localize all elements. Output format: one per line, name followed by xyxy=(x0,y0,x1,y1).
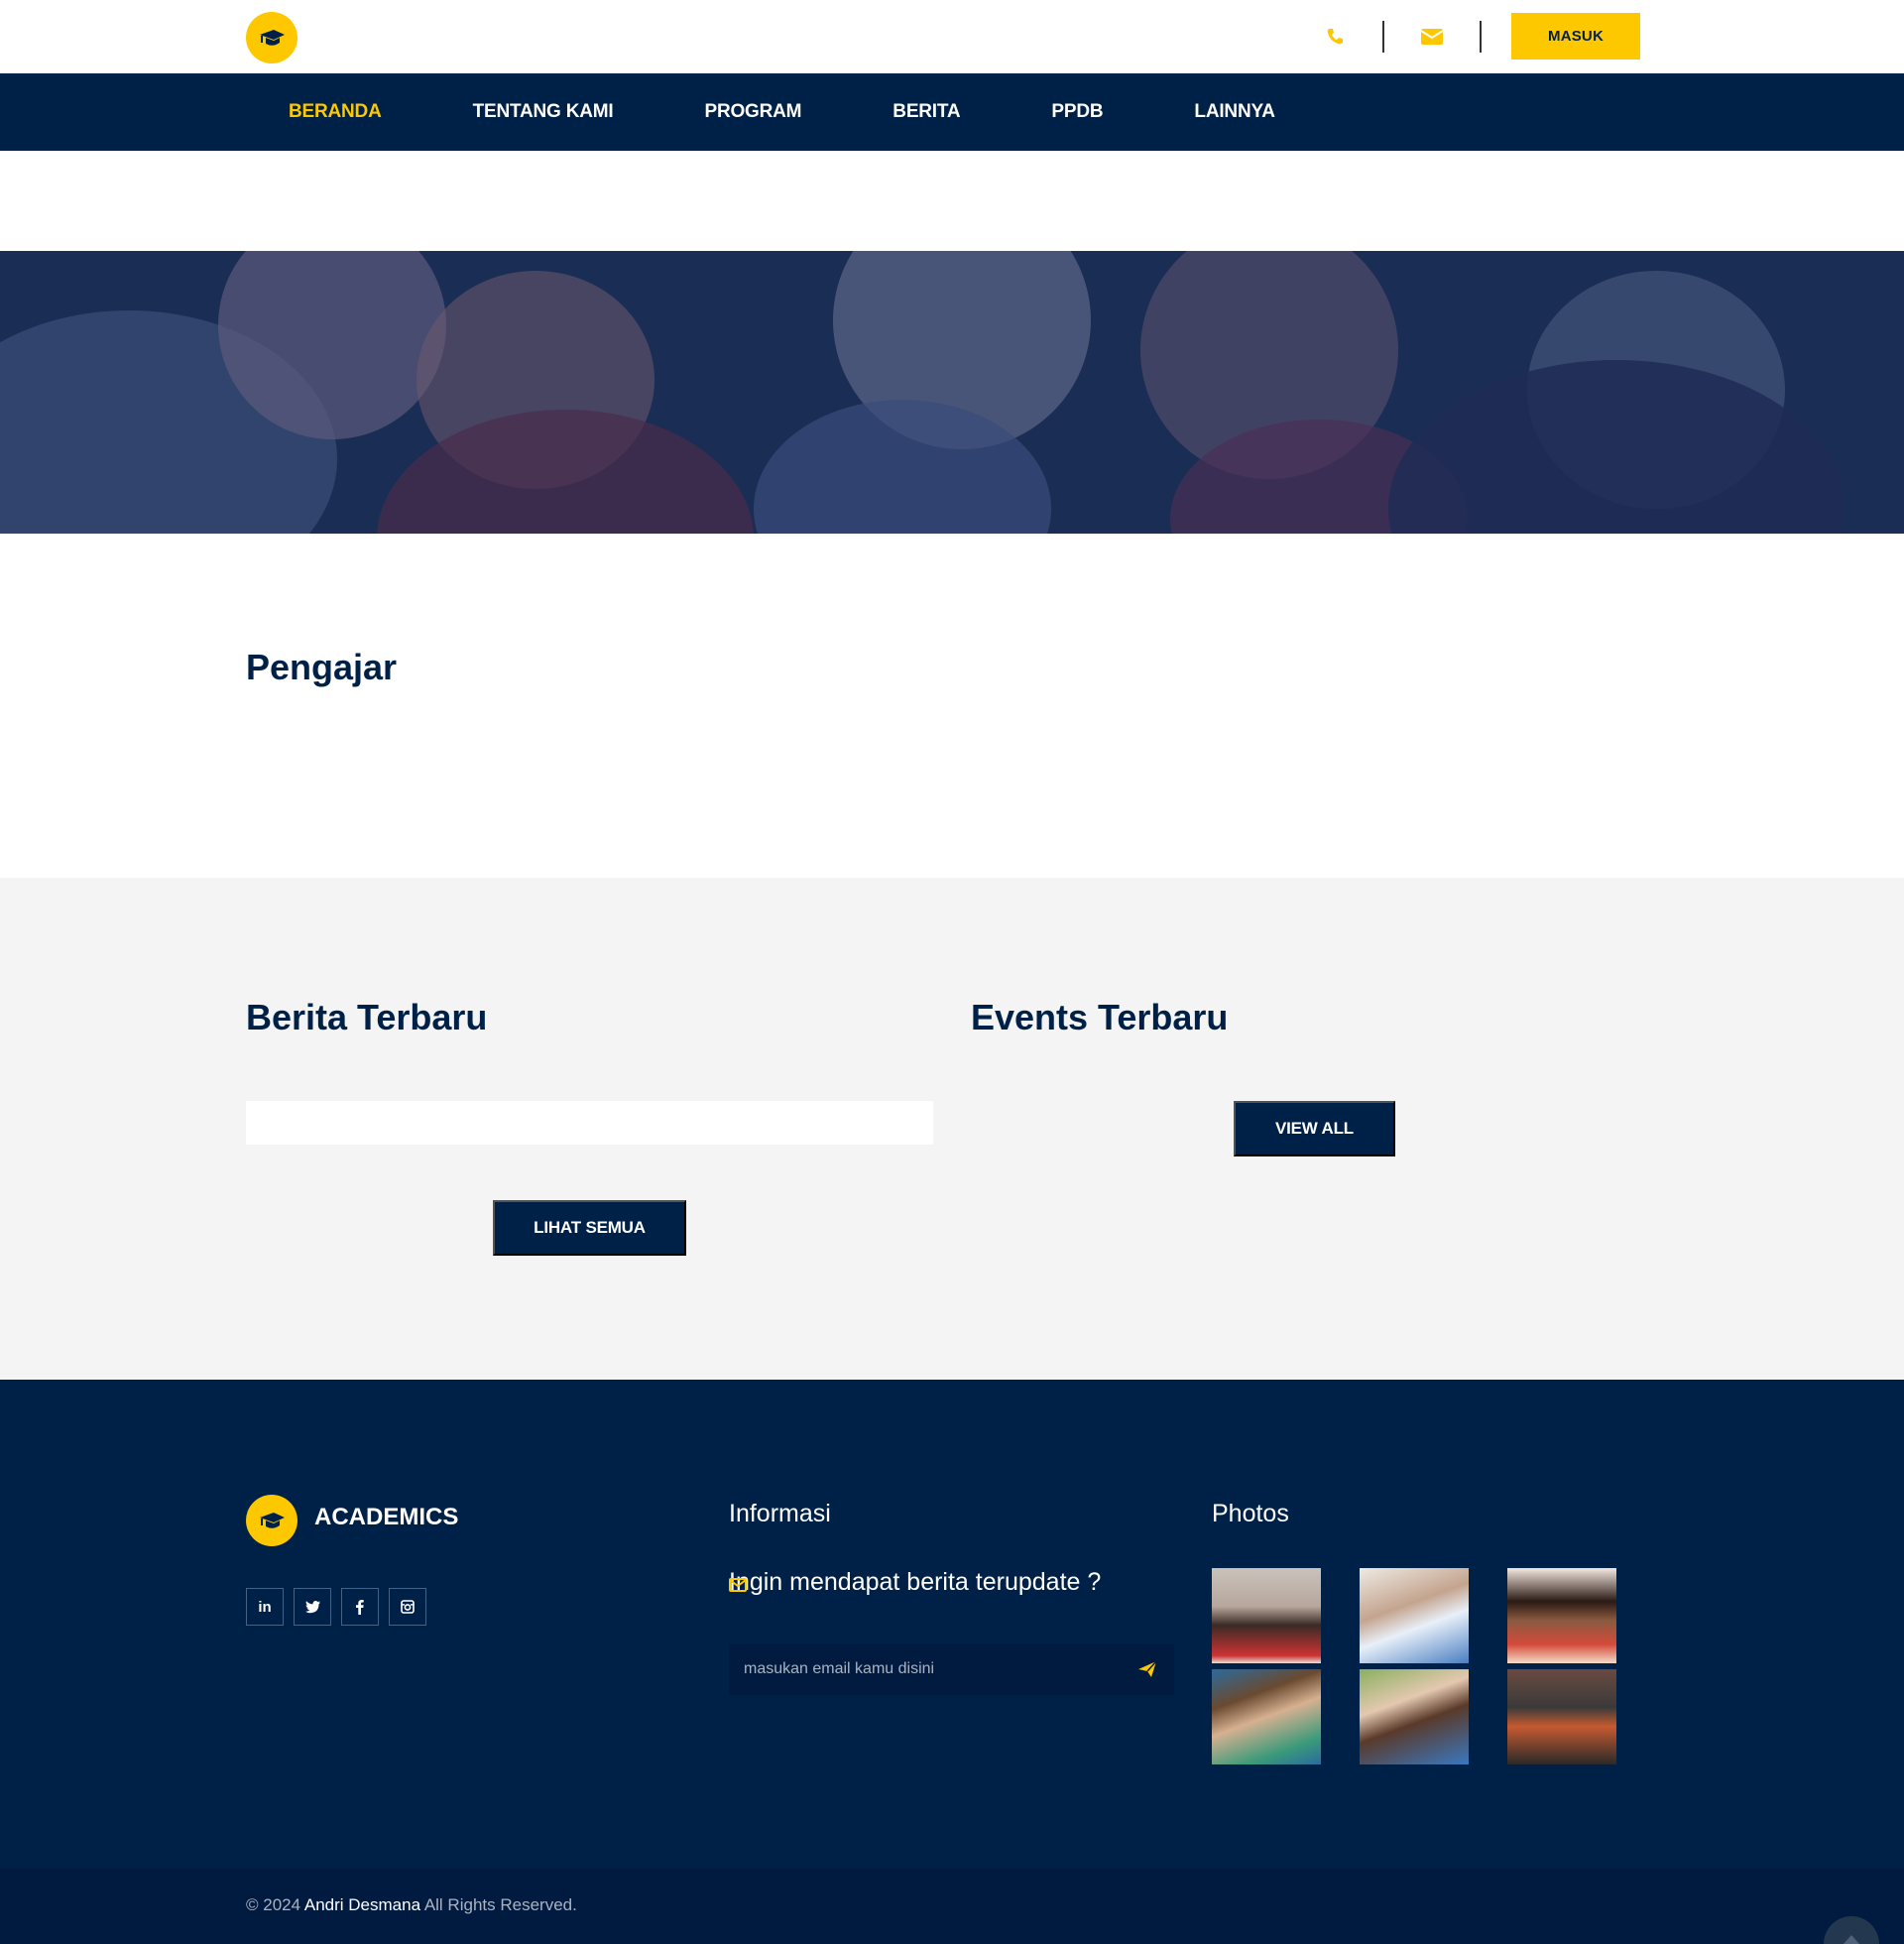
copyright-bar: © 2024 Andri Desmana All Rights Reserved… xyxy=(0,1869,1904,1944)
gallery-photo[interactable] xyxy=(1212,1568,1321,1663)
main-nav: BERANDA TENTANG KAMI PROGRAM BERITA PPDB… xyxy=(0,73,1904,151)
divider xyxy=(1480,20,1482,53)
lihat-semua-button[interactable]: LIHAT SEMUA xyxy=(493,1200,686,1256)
nav-item-program[interactable]: PROGRAM xyxy=(704,101,801,123)
mail-icon xyxy=(729,1570,747,1599)
mail-icon[interactable] xyxy=(1414,19,1450,55)
informasi-heading: Informasi xyxy=(729,1500,831,1527)
footer-logo[interactable] xyxy=(246,1495,298,1546)
graduation-cap-icon xyxy=(260,30,285,46)
nav-item-ppdb[interactable]: PPDB xyxy=(1051,101,1103,123)
newsletter-form xyxy=(729,1643,1174,1695)
newsletter-question-text: Ingin mendapat berita terupdate ? xyxy=(729,1568,1102,1596)
footer: ACADEMICS in Informasi Ingin mendapat be… xyxy=(0,1380,1904,1869)
top-actions: MASUK xyxy=(1317,13,1640,60)
facebook-icon[interactable] xyxy=(341,1588,379,1626)
photo-gallery xyxy=(1212,1568,1616,1764)
copyright-text: © 2024 Andri Desmana All Rights Reserved… xyxy=(246,1895,577,1915)
twitter-icon[interactable] xyxy=(294,1588,331,1626)
gallery-photo[interactable] xyxy=(1360,1568,1469,1663)
top-bar: MASUK xyxy=(0,0,1904,73)
divider xyxy=(1382,20,1384,53)
logo[interactable] xyxy=(246,12,298,63)
nav-item-beranda[interactable]: BERANDA xyxy=(289,101,382,123)
copyright-suffix: All Rights Reserved. xyxy=(420,1895,577,1914)
send-icon[interactable] xyxy=(1134,1656,1160,1682)
graduation-cap-icon xyxy=(260,1513,285,1528)
nav-item-tentang-kami[interactable]: TENTANG KAMI xyxy=(473,101,614,123)
copyright-name[interactable]: Andri Desmana xyxy=(304,1895,420,1914)
nav-item-lainnya[interactable]: LAINNYA xyxy=(1194,101,1275,123)
view-all-button[interactable]: VIEW ALL xyxy=(1234,1101,1395,1156)
arrow-up-icon xyxy=(1844,1935,1859,1944)
footer-brand: ACADEMICS xyxy=(314,1504,459,1530)
news-events-section: Berita Terbaru Events Terbaru LIHAT SEMU… xyxy=(0,878,1904,1380)
pengajar-title: Pengajar xyxy=(246,647,398,687)
events-title: Events Terbaru xyxy=(971,997,1229,1037)
gallery-photo[interactable] xyxy=(1507,1669,1616,1764)
berita-title: Berita Terbaru xyxy=(246,997,488,1037)
newsletter-email-input[interactable] xyxy=(744,1643,1121,1695)
newsletter-question: Ingin mendapat berita terupdate ? xyxy=(729,1568,1101,1597)
gallery-photo[interactable] xyxy=(1360,1669,1469,1764)
copyright-prefix: © 2024 xyxy=(246,1895,304,1914)
gallery-photo[interactable] xyxy=(1507,1568,1616,1663)
login-button[interactable]: MASUK xyxy=(1511,13,1640,60)
photos-heading: Photos xyxy=(1212,1500,1289,1527)
instagram-icon[interactable] xyxy=(389,1588,426,1626)
hero-banner xyxy=(0,251,1904,534)
news-list xyxy=(246,1101,933,1145)
nav-item-berita[interactable]: BERITA xyxy=(892,101,960,123)
social-links: in xyxy=(246,1588,436,1626)
phone-icon[interactable] xyxy=(1317,19,1353,55)
gallery-photo[interactable] xyxy=(1212,1669,1321,1764)
linkedin-icon[interactable]: in xyxy=(246,1588,284,1626)
